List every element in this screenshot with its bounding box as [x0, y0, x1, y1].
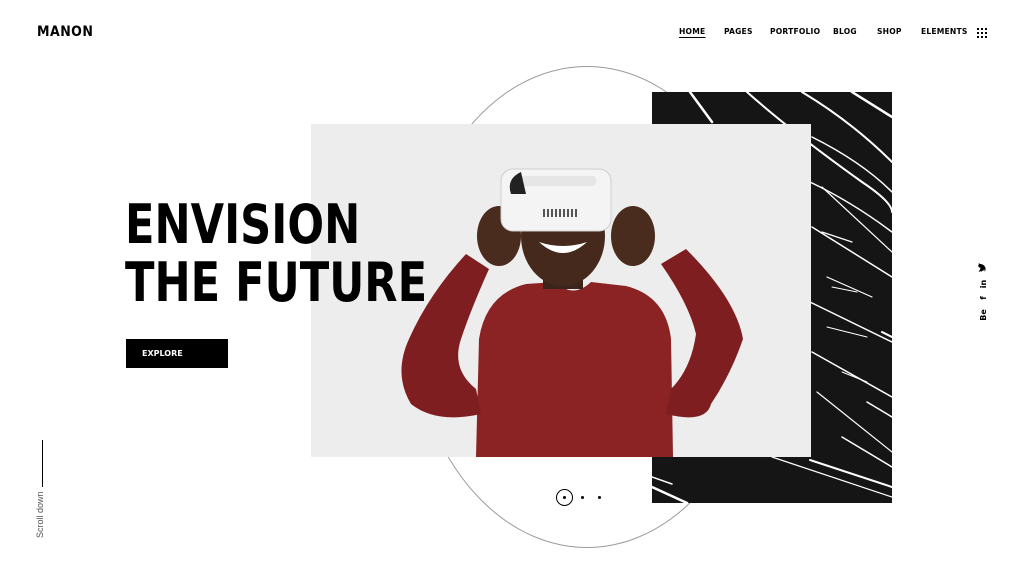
nav-item-home[interactable]: HOME — [679, 27, 706, 38]
nav-item-pages[interactable]: PAGES — [724, 27, 753, 36]
scroll-down-link[interactable]: Scroll down — [35, 491, 45, 538]
explore-button[interactable]: EXPLORE — [126, 339, 228, 368]
linkedin-icon[interactable]: in — [978, 278, 990, 290]
slide-dot-3[interactable] — [598, 496, 601, 499]
hero-title-line-2: THE FUTURE — [125, 251, 428, 314]
grid-dots-icon[interactable] — [977, 28, 987, 38]
nav-item-elements[interactable]: ELEMENTS — [921, 27, 968, 36]
slide-dot-2[interactable] — [581, 496, 584, 499]
hero-title-line-1: ENVISION — [125, 193, 361, 256]
nav-item-blog[interactable]: BLOG — [833, 27, 857, 36]
nav-item-portfolio[interactable]: PORTFOLIO — [770, 27, 820, 36]
hero-title: ENVISION THE FUTURE — [125, 196, 427, 312]
facebook-icon[interactable]: f — [978, 292, 990, 304]
slider-pagination — [556, 489, 616, 506]
nav-item-shop[interactable]: SHOP — [877, 27, 902, 36]
scroll-line — [42, 440, 43, 487]
behance-icon[interactable]: Be — [978, 309, 990, 321]
twitter-icon[interactable] — [978, 262, 990, 274]
main-nav: HOME PAGES PORTFOLIO BLOG SHOP ELEMENTS — [0, 27, 1024, 41]
twitter-glyph — [978, 263, 986, 273]
slide-dot-1[interactable] — [556, 489, 573, 506]
